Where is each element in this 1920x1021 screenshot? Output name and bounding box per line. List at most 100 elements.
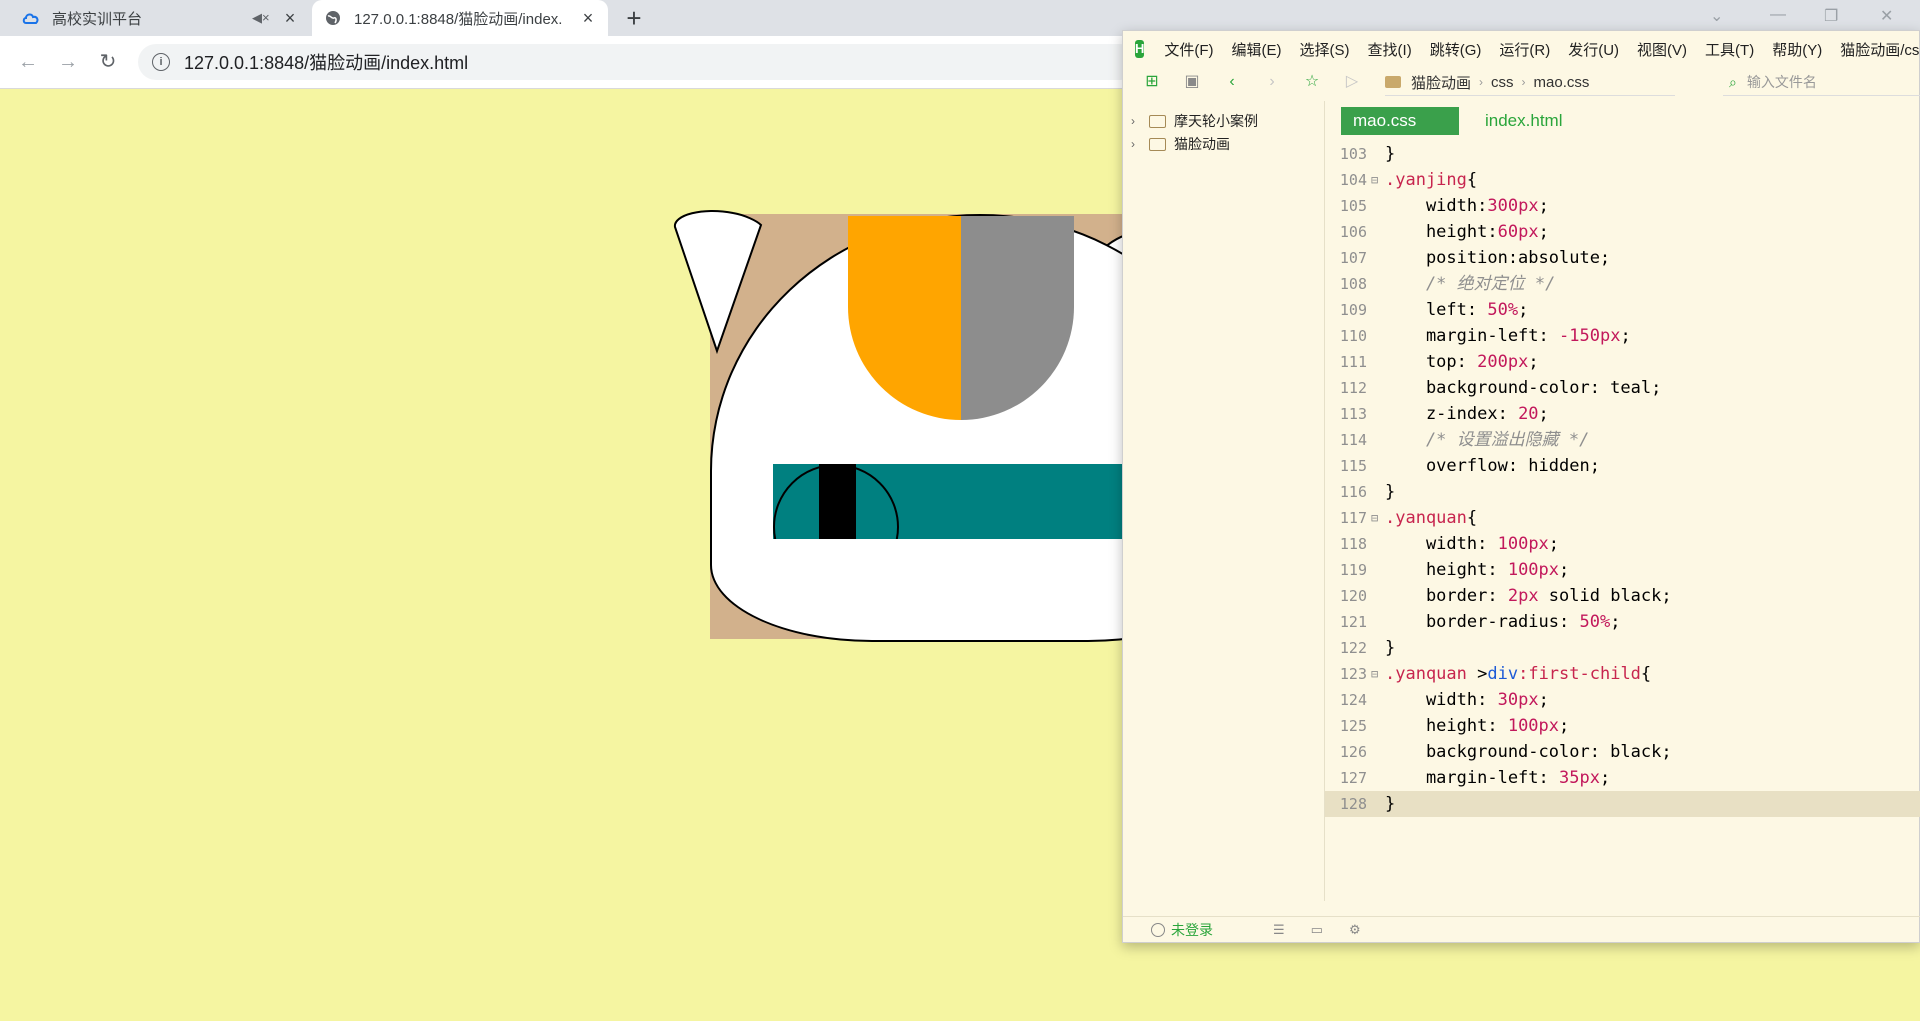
code-line[interactable]: 104 ⊟ .yanjing{ — [1325, 167, 1920, 193]
tab-index[interactable]: 127.0.0.1:8848/猫脸动画/index. × — [312, 0, 608, 36]
code-line[interactable]: 117 ⊟ .yanquan{ — [1325, 505, 1920, 531]
code-line[interactable]: 109 left: 50%; — [1325, 297, 1920, 323]
code-line[interactable]: 103} — [1325, 141, 1920, 167]
code-line[interactable]: 127 margin-left: 35px; — [1325, 765, 1920, 791]
code-line[interactable]: 111 top: 200px; — [1325, 349, 1920, 375]
line-number: 107 — [1339, 249, 1367, 267]
file-tab-mao-css[interactable]: mao.css — [1341, 107, 1459, 135]
code-area[interactable]: 103} 104 ⊟ .yanjing{105 width:300px; 106 hei… — [1325, 141, 1920, 841]
file-search[interactable]: ⌕ 输入文件名 — [1723, 69, 1920, 96]
code-line[interactable]: 116} — [1325, 479, 1920, 505]
project-sidebar: › 摩天轮小案例 › 猫脸动画 — [1123, 101, 1325, 901]
login-status[interactable]: 未登录 — [1151, 920, 1213, 940]
line-number: 105 — [1339, 197, 1367, 215]
menu-find[interactable]: 查找(I) — [1368, 39, 1412, 60]
chevron-right-icon[interactable]: › — [1131, 137, 1149, 151]
restore-icon[interactable]: ❐ — [1824, 6, 1838, 26]
code-line[interactable]: 124 width: 30px; — [1325, 687, 1920, 713]
code-text: .yanquan{ — [1385, 508, 1478, 528]
fold-toggle-icon[interactable]: ⊟ — [1371, 661, 1383, 687]
code-line[interactable]: 110 margin-left: -150px; — [1325, 323, 1920, 349]
line-number: 110 — [1339, 327, 1367, 345]
code-line[interactable]: 120 border: 2px solid black; — [1325, 583, 1920, 609]
code-line[interactable]: 121 border-radius: 50%; — [1325, 609, 1920, 635]
code-line[interactable]: 123 ⊟ .yanquan >div:first-child{ — [1325, 661, 1920, 687]
new-tab-button[interactable]: + — [620, 4, 648, 32]
menu-publish[interactable]: 发行(U) — [1568, 39, 1619, 60]
menu-help[interactable]: 帮助(Y) — [1772, 39, 1822, 60]
code-line[interactable]: 128} — [1325, 791, 1920, 817]
info-icon[interactable]: i — [152, 53, 170, 71]
code-text: .yanjing{ — [1385, 170, 1478, 190]
breadcrumb-item[interactable]: css — [1491, 74, 1514, 91]
line-number: 120 — [1339, 587, 1367, 605]
folder-icon — [1385, 76, 1401, 88]
line-number: 119 — [1339, 561, 1367, 579]
star-icon[interactable]: ☆ — [1301, 71, 1323, 93]
tab-title: 127.0.0.1:8848/猫脸动画/index. — [354, 10, 563, 28]
code-line[interactable]: 112 background-color: teal; — [1325, 375, 1920, 401]
line-number: 126 — [1339, 743, 1367, 761]
code-text: height: 100px; — [1385, 560, 1570, 580]
line-number: 124 — [1339, 691, 1367, 709]
run-icon[interactable]: ▷ — [1341, 71, 1363, 93]
code-text: z-index: 20; — [1385, 404, 1549, 424]
menu-tools[interactable]: 工具(T) — [1705, 39, 1754, 60]
breadcrumb-item[interactable]: mao.css — [1534, 74, 1590, 91]
code-text: background-color: teal; — [1385, 378, 1662, 398]
plugin-icon[interactable]: ⚙ — [1349, 922, 1361, 938]
code-line[interactable]: 114 /* 设置溢出隐藏 */ — [1325, 427, 1920, 453]
line-number: 113 — [1339, 405, 1367, 423]
new-file-icon[interactable]: ⊞ — [1141, 71, 1163, 93]
code-line[interactable]: 106 height:60px; — [1325, 219, 1920, 245]
line-number: 121 — [1339, 613, 1367, 631]
code-line[interactable]: 125 height: 100px; — [1325, 713, 1920, 739]
back-icon[interactable]: ‹ — [1221, 71, 1243, 93]
file-tab-index-html[interactable]: index.html — [1473, 107, 1574, 135]
save-icon[interactable]: ▣ — [1181, 71, 1203, 93]
close-tab-icon[interactable]: × — [282, 8, 298, 29]
menu-file[interactable]: 文件(F) — [1164, 39, 1213, 60]
code-text: height:60px; — [1385, 222, 1549, 242]
code-line[interactable]: 126 background-color: black; — [1325, 739, 1920, 765]
close-tab-icon[interactable]: × — [580, 8, 596, 29]
project-item[interactable]: › 摩天轮小案例 — [1131, 109, 1258, 133]
menu-run[interactable]: 运行(R) — [1499, 39, 1550, 60]
code-line[interactable]: 119 height: 100px; — [1325, 557, 1920, 583]
code-text: background-color: black; — [1385, 742, 1672, 762]
line-number: 115 — [1339, 457, 1367, 475]
menu-edit[interactable]: 编辑(E) — [1232, 39, 1282, 60]
window-title: 猫脸动画/cs — [1840, 41, 1920, 59]
terminal-icon[interactable]: ▭ — [1311, 922, 1323, 938]
back-arrow-icon[interactable]: ← — [16, 50, 40, 74]
code-line[interactable]: 122} — [1325, 635, 1920, 661]
menu-goto[interactable]: 跳转(G) — [1430, 39, 1482, 60]
speaker-muted-icon[interactable]: ◀× — [252, 10, 270, 26]
code-line[interactable]: 105 width:300px; — [1325, 193, 1920, 219]
fold-toggle-icon[interactable]: ⊟ — [1371, 167, 1383, 193]
tab-platform[interactable]: 高校实训平台 ◀× × — [10, 0, 310, 36]
list-icon[interactable]: ☰ — [1273, 922, 1285, 938]
code-line[interactable]: 113 z-index: 20; — [1325, 401, 1920, 427]
code-line[interactable]: 108 /* 绝对定位 */ — [1325, 271, 1920, 297]
code-line[interactable]: 107 position:absolute; — [1325, 245, 1920, 271]
chevron-down-icon[interactable]: ⌄ — [1710, 6, 1723, 26]
code-line[interactable]: 118 width: 100px; — [1325, 531, 1920, 557]
forward-arrow-icon[interactable]: → — [56, 50, 80, 74]
reload-icon[interactable]: ↻ — [96, 50, 120, 74]
project-item[interactable]: › 猫脸动画 — [1131, 132, 1230, 156]
chevron-right-icon[interactable]: › — [1131, 114, 1149, 128]
forward-icon[interactable]: › — [1261, 71, 1283, 93]
code-line[interactable]: 115 overflow: hidden; — [1325, 453, 1920, 479]
code-text: overflow: hidden; — [1385, 456, 1600, 476]
menu-select[interactable]: 选择(S) — [1300, 39, 1350, 60]
close-window-icon[interactable]: ✕ — [1880, 6, 1893, 26]
menu-view[interactable]: 视图(V) — [1637, 39, 1687, 60]
breadcrumb-item[interactable]: 猫脸动画 — [1411, 72, 1471, 93]
code-text: width: 100px; — [1385, 534, 1560, 554]
minimize-icon[interactable]: — — [1770, 6, 1786, 24]
cloud-icon — [22, 9, 40, 27]
address-bar[interactable]: i 127.0.0.1:8848/猫脸动画/index.html — [138, 44, 1138, 80]
folder-icon — [1149, 137, 1166, 151]
fold-toggle-icon[interactable]: ⊟ — [1371, 505, 1383, 531]
